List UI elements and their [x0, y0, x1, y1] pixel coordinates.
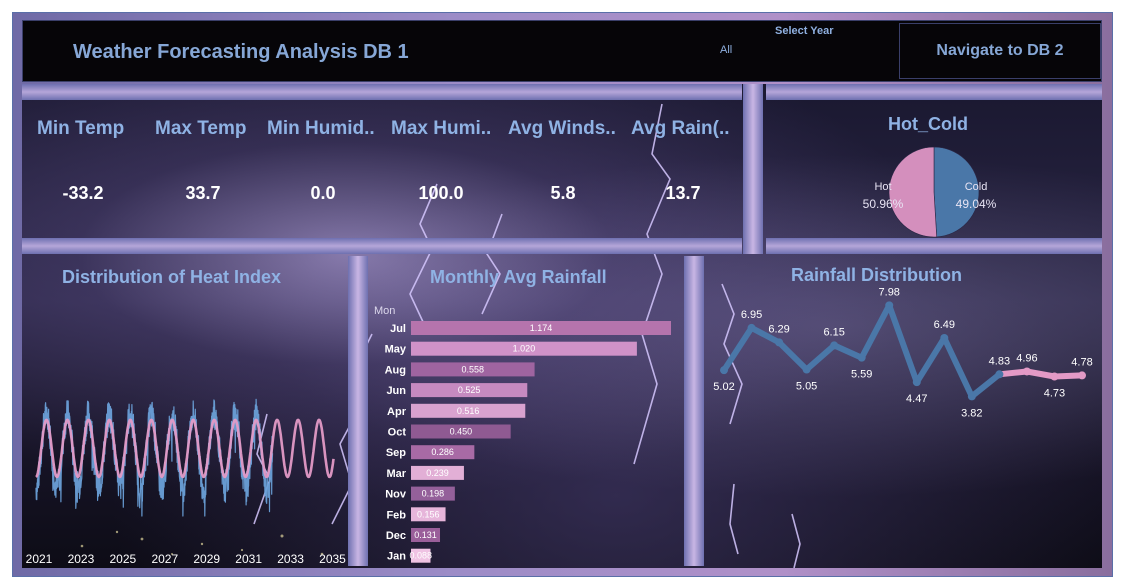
- rainfall-point[interactable]: [830, 341, 839, 350]
- bar-value-label: 0.286: [431, 447, 454, 457]
- rainfall-point[interactable]: [802, 365, 811, 374]
- rainfall-point-label: 6.15: [823, 326, 844, 338]
- select-year-label: Select Year: [775, 25, 834, 37]
- page-title: Weather Forecasting Analysis DB 1: [73, 41, 409, 63]
- divider-bar: [743, 84, 763, 254]
- rainfall-point[interactable]: [747, 323, 756, 332]
- kpi-label-avg-windspeed: Avg Winds..: [508, 118, 616, 139]
- rainfall-point[interactable]: [1078, 371, 1086, 380]
- rainfall-point[interactable]: [995, 370, 1004, 379]
- bar-category-label: Jun: [386, 385, 406, 397]
- bar-category-label: Nov: [385, 489, 407, 501]
- rainfall-point[interactable]: [967, 392, 976, 401]
- kpi-label-avg-rain: Avg Rain(..: [631, 118, 730, 139]
- x-tick-label: 2031: [235, 552, 262, 566]
- divider-bar: [684, 256, 704, 566]
- x-tick-label: 2027: [151, 552, 178, 566]
- bar-value-label: 0.450: [450, 427, 473, 437]
- rainfall-point-label: 4.96: [1016, 352, 1037, 364]
- bar-category-label: Jul: [390, 323, 406, 335]
- header-bar: Weather Forecasting Analysis DB 1 Select…: [22, 20, 1102, 82]
- bar-value-label: 0.525: [458, 385, 481, 395]
- bar-category-label: Sep: [386, 447, 406, 459]
- divider-bar: [22, 238, 742, 254]
- rainfall-point[interactable]: [912, 378, 921, 387]
- kpi-value-max-humidity: 100.0: [418, 183, 464, 203]
- rainfall-point[interactable]: [857, 353, 866, 362]
- pie-label-hot: Hot: [874, 181, 891, 193]
- rainfall-point-label: 3.82: [961, 407, 982, 419]
- rainfall-point-label: 5.59: [851, 369, 872, 381]
- rainfall-distribution-line-chart: 5.02 6.95 6.29 5.05 6.15 5.59 7.98 4.47 6.49 3.82…: [713, 286, 1092, 419]
- heat-series-line-0[interactable]: [35, 398, 274, 517]
- bar-value-label: 0.131: [414, 530, 437, 540]
- rainfall-point-label: 4.83: [989, 355, 1010, 367]
- x-tick-label: 2033: [277, 552, 304, 566]
- bar-category-label: Apr: [387, 406, 407, 418]
- rainfall-point-label: 5.02: [713, 381, 734, 393]
- pie-slice-hot[interactable]: [888, 146, 938, 238]
- bar-axis-header: Mon: [374, 305, 395, 317]
- kpi-value-max-temp: 33.7: [185, 183, 221, 203]
- kpi-label-min-humidity: Min Humid..: [267, 118, 375, 139]
- kpi-label-max-temp: Max Temp: [155, 118, 247, 139]
- divider-bar: [348, 256, 368, 566]
- bar-category-label: Mar: [386, 468, 406, 480]
- kpi-label-max-humidity: Max Humi..: [391, 118, 492, 139]
- rainfall-point[interactable]: [885, 301, 894, 310]
- rainfall-point[interactable]: [1050, 372, 1059, 381]
- bar-category-label: May: [385, 344, 407, 356]
- bar-value-label: 0.516: [457, 406, 480, 416]
- rainfall-point-label: 4.47: [906, 393, 927, 405]
- divider-bar: [22, 84, 742, 100]
- bar-value-label: 0.239: [426, 468, 449, 478]
- kpi-value-avg-windspeed: 5.8: [550, 183, 576, 203]
- bar-category-label: Feb: [386, 509, 406, 521]
- rainfall-line-blue[interactable]: [721, 302, 1003, 400]
- x-tick-label: 2035: [319, 552, 346, 566]
- rainfall-point-label: 4.78: [1071, 356, 1092, 368]
- kpi-value-min-temp: -33.2: [62, 183, 104, 203]
- bar-category-label: Dec: [386, 530, 406, 542]
- bar-value-label: 1.020: [513, 344, 536, 354]
- heat-series-line-1[interactable]: [35, 418, 335, 479]
- pie-pct-cold: 49.04%: [956, 197, 997, 211]
- x-tick-label: 2029: [193, 552, 220, 566]
- rainfall-point-label: 4.73: [1044, 387, 1065, 399]
- x-tick-label: 2023: [68, 552, 95, 566]
- rainfall-point[interactable]: [1022, 367, 1031, 376]
- pie-pct-hot: 50.96%: [863, 197, 904, 211]
- bar-category-label: Aug: [385, 364, 406, 376]
- monthly-rainfall-bar-chart: Mon Jul 1.174 May 1.020 Aug 0.558 Jun 0.525 Apr 0.…: [374, 305, 671, 563]
- bar-category-label: Jan: [387, 551, 406, 563]
- bar-value-label: 0.558: [462, 364, 485, 374]
- kpi-value-min-humidity: 0.0: [310, 183, 336, 203]
- rainfall-point-label: 6.95: [741, 309, 762, 321]
- bar-value-label: 0.198: [422, 489, 445, 499]
- kpi-label-min-temp: Min Temp: [37, 118, 125, 139]
- hot-cold-pie-chart: Hot 50.96% Cold 49.04%: [863, 146, 997, 238]
- bar-category-label: Oct: [388, 427, 407, 439]
- pie-label-cold: Cold: [965, 181, 988, 193]
- bar-value-label: 0.156: [417, 509, 440, 519]
- navigate-db2-button[interactable]: Navigate to DB 2: [899, 23, 1101, 79]
- select-year-dropdown[interactable]: All: [720, 44, 732, 56]
- x-tick-label: 2021: [26, 552, 53, 566]
- rainfall-point[interactable]: [775, 338, 784, 347]
- rainfall-line-pink[interactable]: [996, 368, 1085, 380]
- rainfall-point-label: 6.29: [768, 323, 789, 335]
- rainfall-point-label: 6.49: [934, 319, 955, 331]
- divider-bar: [766, 238, 1102, 254]
- divider-bar: [766, 84, 1102, 100]
- rainfall-point[interactable]: [720, 366, 728, 375]
- heat-index-chart: 2021 2023 2025 2027 2029 2031 2033 2035: [26, 398, 346, 566]
- bar-value-label: 0.088: [409, 551, 432, 561]
- kpi-value-avg-rain: 13.7: [665, 183, 701, 203]
- rainfall-point-label: 5.05: [796, 380, 817, 392]
- rainfall-point-label: 7.98: [879, 286, 900, 298]
- bar-value-label: 1.174: [530, 323, 553, 333]
- rainfall-point[interactable]: [940, 333, 949, 342]
- x-tick-label: 2025: [110, 552, 137, 566]
